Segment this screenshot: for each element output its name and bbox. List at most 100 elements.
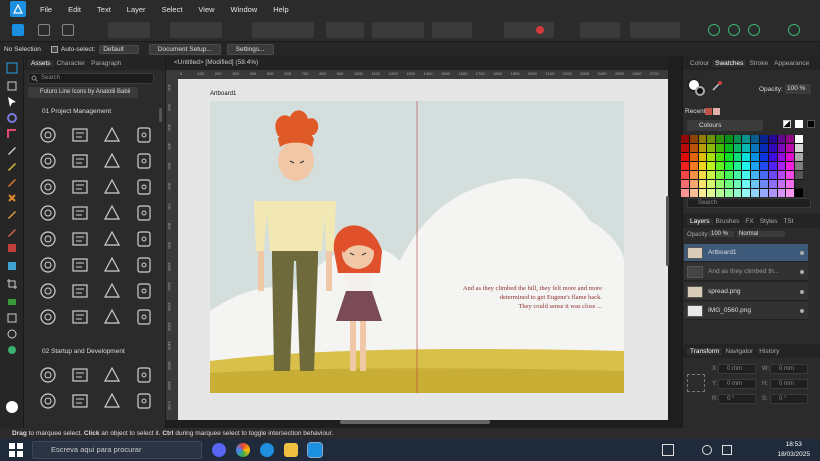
colour-swatch[interactable]	[689, 189, 698, 197]
tab-assets[interactable]: Assets	[28, 59, 54, 67]
stroke-colour-swatch[interactable]	[695, 86, 705, 96]
colour-swatch[interactable]	[698, 162, 707, 170]
swatch-search-input[interactable]: Search	[687, 198, 811, 208]
colour-swatch[interactable]	[795, 144, 803, 152]
asset-line-icon[interactable]	[134, 203, 154, 223]
colour-swatch[interactable]	[795, 162, 803, 170]
vector-brush-tool-icon[interactable]	[6, 176, 18, 188]
colour-swatch[interactable]	[786, 135, 795, 143]
anchor-selector[interactable]	[687, 374, 705, 392]
layer-row-text[interactable]: And as they climbed th...	[684, 263, 808, 281]
tab-brushes[interactable]: Brushes	[713, 218, 743, 225]
colour-swatch[interactable]	[707, 144, 716, 152]
tab-text-styles[interactable]: TSt	[780, 218, 796, 225]
palette-dropdown[interactable]: Colours	[687, 120, 763, 131]
colour-swatch[interactable]	[795, 189, 803, 197]
colour-swatch[interactable]	[777, 162, 786, 170]
export-persona-icon[interactable]	[62, 24, 74, 36]
colour-swatch[interactable]	[724, 153, 733, 161]
asset-line-icon[interactable]	[134, 391, 154, 411]
asset-line-icon[interactable]	[38, 177, 58, 197]
share-icon[interactable]	[728, 24, 740, 36]
colour-swatch[interactable]	[768, 162, 777, 170]
asset-line-icon[interactable]	[102, 177, 122, 197]
toolbar-group-transform[interactable]	[432, 22, 472, 38]
colour-swatch[interactable]	[751, 189, 760, 197]
asset-line-icon[interactable]	[134, 229, 154, 249]
corner-tool-icon[interactable]	[6, 128, 18, 140]
windows-start-icon[interactable]	[8, 442, 24, 458]
colour-swatch[interactable]	[689, 162, 698, 170]
w-input[interactable]: 0 mm	[770, 364, 808, 374]
white-swatch[interactable]	[795, 120, 803, 128]
colour-swatch[interactable]	[742, 171, 751, 179]
tab-appearance[interactable]: Appearance	[771, 60, 812, 67]
tab-paragraph[interactable]: Paragraph	[88, 60, 124, 67]
assets-search-input[interactable]: Search	[28, 73, 154, 84]
assets-category-dropdown[interactable]: Futuro Line Icons by Anatolii Babii	[28, 87, 138, 98]
x-input[interactable]: 0 mm	[718, 364, 756, 374]
story-text[interactable]: And as they climbed the hill, they felt …	[463, 284, 602, 311]
app-logo-icon[interactable]	[10, 1, 26, 17]
colour-swatch[interactable]	[733, 180, 742, 188]
opacity-dropdown[interactable]: 100 %	[785, 84, 811, 94]
asset-line-icon[interactable]	[70, 365, 90, 385]
colour-swatch[interactable]	[733, 189, 742, 197]
document-setup-button[interactable]: Document Setup...	[148, 43, 221, 55]
colour-swatch[interactable]	[795, 171, 803, 179]
colour-swatch[interactable]	[681, 153, 689, 161]
colour-swatch[interactable]	[768, 144, 777, 152]
colour-swatch[interactable]	[716, 162, 724, 170]
fill-tool-icon[interactable]	[6, 192, 18, 204]
tab-layers[interactable]: Layers	[687, 217, 713, 225]
assets-scrollbar[interactable]	[159, 108, 162, 122]
pencil-tool-icon[interactable]	[6, 160, 18, 172]
colour-swatch[interactable]	[768, 180, 777, 188]
colour-swatch[interactable]	[698, 180, 707, 188]
colour-swatch[interactable]	[742, 135, 751, 143]
eyedropper-icon[interactable]	[711, 80, 723, 92]
asset-line-icon[interactable]	[102, 255, 122, 275]
colour-swatch[interactable]	[716, 144, 724, 152]
menu-select[interactable]: Select	[154, 5, 191, 14]
account-icon[interactable]	[788, 24, 800, 36]
colour-swatch[interactable]	[795, 153, 803, 161]
tab-navigator[interactable]: Navigator	[722, 348, 756, 355]
colour-swatch[interactable]	[716, 135, 724, 143]
colour-swatch[interactable]	[777, 189, 786, 197]
toolbar-group-arrange[interactable]	[252, 22, 314, 38]
colour-swatch[interactable]	[777, 171, 786, 179]
tab-colour[interactable]: Colour	[687, 60, 712, 67]
artboard-tool-icon[interactable]	[6, 80, 18, 92]
toolbar-group-order[interactable]	[372, 22, 424, 38]
asset-line-icon[interactable]	[70, 177, 90, 197]
asset-line-icon[interactable]	[134, 365, 154, 385]
rotation-input[interactable]: 0 °	[718, 394, 756, 404]
asset-line-icon[interactable]	[102, 281, 122, 301]
colour-swatch[interactable]	[742, 189, 751, 197]
colour-swatch[interactable]	[760, 189, 768, 197]
asset-line-icon[interactable]	[134, 151, 154, 171]
toolbar-group-geometry[interactable]	[630, 22, 680, 38]
colour-swatch[interactable]	[742, 180, 751, 188]
black-swatch[interactable]	[807, 120, 815, 128]
colour-swatch[interactable]	[751, 180, 760, 188]
transparency-tool-icon[interactable]	[6, 260, 18, 272]
colour-swatch[interactable]	[768, 171, 777, 179]
asset-line-icon[interactable]	[38, 151, 58, 171]
menu-edit[interactable]: Edit	[60, 5, 89, 14]
colour-swatch[interactable]	[742, 162, 751, 170]
colour-swatch[interactable]	[786, 162, 795, 170]
recent-swatch-2[interactable]	[713, 108, 720, 115]
menu-help[interactable]: Help	[265, 5, 296, 14]
colour-swatch[interactable]	[751, 171, 760, 179]
colour-swatch[interactable]	[751, 144, 760, 152]
shear-input[interactable]: 0 °	[770, 394, 808, 404]
toolbar-group-boolean[interactable]	[580, 22, 620, 38]
tab-history[interactable]: History	[756, 348, 782, 355]
tab-swatches[interactable]: Swatches	[712, 59, 747, 67]
asset-line-icon[interactable]	[70, 307, 90, 327]
asset-line-icon[interactable]	[38, 365, 58, 385]
move-tool-icon[interactable]	[6, 62, 18, 74]
colour-swatch[interactable]	[724, 180, 733, 188]
